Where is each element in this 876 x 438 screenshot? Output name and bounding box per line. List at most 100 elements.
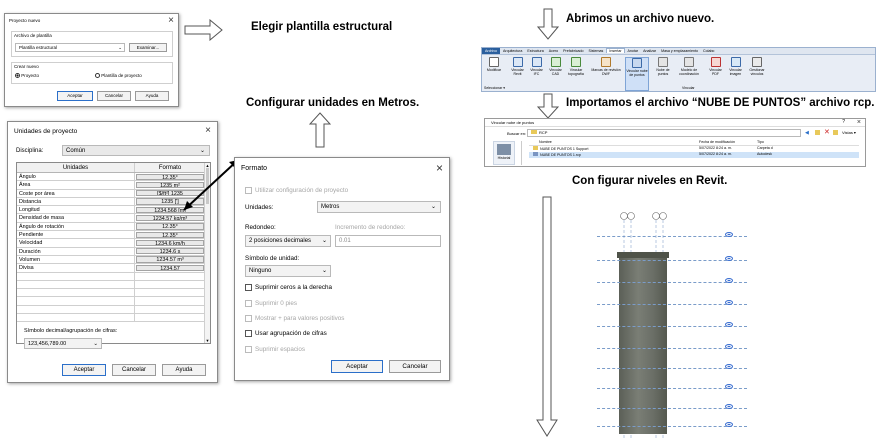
tab-insertar[interactable]: Insertar bbox=[606, 48, 625, 53]
level-line[interactable] bbox=[597, 408, 747, 409]
col-type[interactable]: Tipo bbox=[757, 140, 797, 145]
tab-archivo[interactable]: Archivo bbox=[482, 48, 500, 54]
level-line[interactable] bbox=[597, 304, 747, 305]
revit-elevation-view[interactable] bbox=[597, 208, 747, 438]
suppress-zeros-checkbox[interactable]: Suprimir ceros a la derecha bbox=[245, 284, 332, 291]
tab-masa[interactable]: Masa y emplazamiento bbox=[659, 49, 700, 53]
level-head-icon[interactable] bbox=[725, 384, 733, 389]
tab-colabo[interactable]: Colabo bbox=[701, 49, 716, 53]
look-in-select[interactable]: RCP bbox=[527, 129, 801, 137]
delete-icon[interactable]: ✕ bbox=[824, 128, 830, 136]
symbol-select[interactable]: Ninguno ⌄ bbox=[245, 265, 331, 277]
unit-format-button[interactable]: 12.35° bbox=[136, 231, 204, 238]
help-button[interactable]: Ayuda bbox=[162, 364, 206, 376]
unit-format-button[interactable]: 1234.6 km/h bbox=[136, 239, 204, 247]
level-line[interactable] bbox=[597, 388, 747, 389]
link-pdf-button[interactable]: Vincular PDF bbox=[706, 57, 725, 91]
level-head-icon[interactable] bbox=[725, 232, 733, 237]
units-row[interactable]: Velocidad 1234.6 km/h bbox=[17, 239, 210, 248]
tab-prefabricado[interactable]: Prefabricado bbox=[561, 49, 585, 53]
new-folder-icon[interactable] bbox=[833, 130, 838, 135]
cancel-button[interactable]: Cancelar bbox=[112, 364, 156, 376]
unit-format-button[interactable]: 1234.6 s bbox=[136, 248, 204, 255]
level-line[interactable] bbox=[597, 426, 747, 427]
units-row-empty bbox=[17, 280, 210, 290]
up-folder-icon[interactable] bbox=[815, 130, 820, 135]
radio-template[interactable]: Plantilla de proyecto bbox=[95, 73, 142, 79]
cancel-button[interactable]: Cancelar bbox=[97, 91, 131, 101]
use-project-checkbox[interactable]: Utilizar configuración de proyecto bbox=[245, 187, 348, 194]
level-head-icon[interactable] bbox=[725, 278, 733, 283]
dwf-markup-button[interactable]: Marcas de revisión DWF bbox=[591, 57, 621, 91]
rounding-select[interactable]: 2 posiciones decimales ⌄ bbox=[245, 235, 331, 247]
panel-select-label[interactable]: Seleccionar ▾ bbox=[484, 86, 505, 90]
tab-acero[interactable]: Acero bbox=[547, 49, 560, 53]
level-line[interactable] bbox=[597, 236, 747, 237]
level-line[interactable] bbox=[597, 348, 747, 349]
unit-format-button[interactable]: 1234.57 kg/m³ bbox=[136, 214, 204, 222]
tab-estructura[interactable]: Estructura bbox=[525, 49, 545, 53]
browse-button[interactable]: Examinar... bbox=[129, 43, 167, 52]
symbol-label: Símbolo de unidad: bbox=[245, 255, 300, 262]
tab-analizar[interactable]: Analizar bbox=[641, 49, 658, 53]
increment-field[interactable]: 0.01 bbox=[335, 235, 441, 247]
history-icon[interactable] bbox=[497, 144, 511, 155]
views-menu[interactable]: Vistas ▾ bbox=[842, 130, 856, 135]
file-row-selected[interactable]: NUBE DE PUNTOS 1.rcp 5/07/2022 8:24 a. m… bbox=[529, 152, 859, 158]
back-icon[interactable]: ◀ bbox=[805, 130, 809, 136]
manage-links-button[interactable]: Gestionar vínculos bbox=[746, 57, 768, 91]
close-icon[interactable]: × bbox=[857, 118, 861, 128]
tab-arquitectura[interactable]: Arquitectura bbox=[501, 49, 524, 53]
level-head-icon[interactable] bbox=[725, 344, 733, 349]
template-select[interactable]: Plantilla estructural ⌄ bbox=[15, 43, 125, 52]
level-line[interactable] bbox=[597, 282, 747, 283]
level-head-icon[interactable] bbox=[725, 364, 733, 369]
close-icon[interactable]: × bbox=[436, 162, 443, 174]
radio-project[interactable]: Proyecto bbox=[15, 73, 39, 79]
link-point-cloud-button[interactable]: Vincular nube de puntos bbox=[625, 57, 649, 91]
sidebar-scrollbar[interactable] bbox=[521, 141, 525, 165]
unit-format-button[interactable]: 1234.57 bbox=[136, 264, 204, 272]
units-row[interactable]: Pendiente 12.35° bbox=[17, 231, 210, 240]
unit-format-button[interactable]: 1234.57 m³ bbox=[136, 256, 204, 263]
ok-button[interactable]: Aceptar bbox=[62, 364, 106, 376]
level-head-icon[interactable] bbox=[725, 422, 733, 427]
scroll-down-icon[interactable]: ▼ bbox=[205, 338, 210, 343]
ok-button[interactable]: Aceptar bbox=[57, 91, 93, 101]
tab-sistemas[interactable]: Sistemas bbox=[587, 49, 606, 53]
level-line[interactable] bbox=[597, 260, 747, 261]
level-head-icon[interactable] bbox=[725, 256, 733, 261]
units-row[interactable]: Divisa 1234.57 bbox=[17, 264, 210, 273]
close-icon[interactable]: × bbox=[168, 16, 174, 26]
link-image-button[interactable]: Vincular imagen bbox=[726, 57, 745, 91]
units-row[interactable]: Ángulo de rotación 12.35° bbox=[17, 222, 210, 232]
link-cad-button[interactable]: Vincular CAD bbox=[546, 57, 565, 91]
help-icon[interactable]: ? bbox=[842, 119, 845, 125]
close-icon[interactable]: × bbox=[205, 126, 211, 136]
units-row[interactable]: Duración 1234.6 s bbox=[17, 247, 210, 256]
decimal-select[interactable]: 123,456,789.00 ⌄ bbox=[24, 338, 102, 349]
level-head-icon[interactable] bbox=[725, 300, 733, 305]
col-name[interactable]: Nombre bbox=[529, 140, 699, 145]
link-revit-button[interactable]: Vincular Revit bbox=[508, 57, 527, 91]
help-button[interactable]: Ayuda bbox=[135, 91, 169, 101]
link-ifc-button[interactable]: Vincular IFC bbox=[527, 57, 546, 91]
level-head-icon[interactable] bbox=[725, 404, 733, 409]
level-line[interactable] bbox=[597, 326, 747, 327]
level-line[interactable] bbox=[597, 368, 747, 369]
suppress-feet-checkbox[interactable]: Suprimir 0 pies bbox=[245, 300, 297, 307]
show-plus-checkbox[interactable]: Mostrar + para valores positivos bbox=[245, 315, 344, 322]
cancel-button[interactable]: Cancelar bbox=[389, 360, 441, 373]
unit-format-button[interactable]: 12.35° bbox=[136, 223, 204, 230]
digit-grouping-checkbox[interactable]: Usar agrupación de cifras bbox=[245, 330, 327, 337]
tab-anotar[interactable]: Anotar bbox=[626, 49, 641, 53]
units-select[interactable]: Metros ⌄ bbox=[317, 201, 441, 213]
level-head-icon[interactable] bbox=[725, 322, 733, 327]
ok-button[interactable]: Aceptar bbox=[331, 360, 383, 373]
units-row[interactable]: Densidad de masa 1234.57 kg/m³ bbox=[17, 214, 210, 223]
col-date[interactable]: Fecha de modificación bbox=[699, 140, 757, 145]
point-cloud-button[interactable]: Nube de puntos bbox=[653, 57, 673, 91]
units-row[interactable]: Volumen 1234.57 m³ bbox=[17, 255, 210, 265]
link-topo-button[interactable]: Vincular topografía bbox=[565, 57, 587, 91]
suppress-spaces-checkbox[interactable]: Suprimir espacios bbox=[245, 346, 305, 353]
